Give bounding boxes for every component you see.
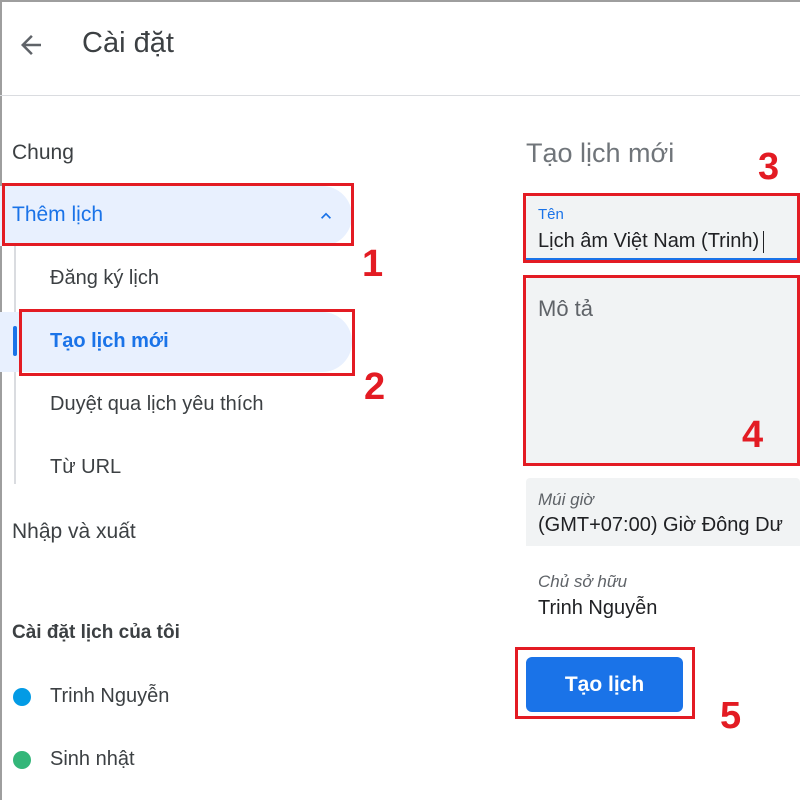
sidebar-subitem-from-url[interactable]: Từ URL bbox=[50, 456, 121, 479]
sidebar-item-import-export[interactable]: Nhập và xuất bbox=[12, 520, 136, 544]
chevron-up-icon bbox=[321, 212, 331, 219]
sidebar-item-general[interactable]: Chung bbox=[12, 141, 74, 165]
calendar-color-dot bbox=[13, 751, 31, 769]
name-input[interactable]: Lịch âm Việt Nam (Trinh) bbox=[538, 230, 765, 253]
text-cursor bbox=[763, 230, 765, 253]
sidebar-item-label: Thêm lịch bbox=[12, 203, 104, 226]
my-calendars-heading: Cài đặt lịch của tôi bbox=[12, 622, 180, 643]
create-calendar-button[interactable]: Tạo lịch bbox=[526, 657, 683, 712]
sidebar-subitem-subscribe[interactable]: Đăng ký lịch bbox=[50, 267, 159, 290]
name-field[interactable]: Tên Lịch âm Việt Nam (Trinh) bbox=[526, 196, 800, 260]
timezone-value: (GMT+07:00) Giờ Đông Dư bbox=[538, 514, 783, 536]
calendar-color-dot bbox=[13, 688, 31, 706]
name-input-value: Lịch âm Việt Nam (Trinh) bbox=[538, 230, 760, 252]
timezone-select[interactable]: Múi giờ (GMT+07:00) Giờ Đông Dư bbox=[526, 478, 800, 546]
form-title: Tạo lịch mới bbox=[526, 138, 675, 168]
sidebar-subitem-create-calendar-label[interactable]: Tạo lịch mới bbox=[50, 330, 169, 353]
annotation-number-3: 3 bbox=[758, 146, 780, 188]
name-field-label: Tên bbox=[538, 206, 564, 223]
annotation-number-5: 5 bbox=[720, 695, 742, 737]
annotation-number-1: 1 bbox=[362, 243, 384, 285]
sidebar-subitem-browse[interactable]: Duyệt qua lịch yêu thích bbox=[50, 393, 263, 416]
page-title: Cài đặt bbox=[82, 27, 174, 59]
sidebar-item-add-calendar[interactable]: Thêm lịch bbox=[0, 186, 352, 246]
arrow-left-icon bbox=[21, 35, 41, 55]
owner-value: Trinh Nguyễn bbox=[538, 597, 658, 619]
timezone-label: Múi giờ bbox=[538, 490, 594, 509]
annotation-number-4: 4 bbox=[742, 414, 764, 456]
annotation-number-2: 2 bbox=[364, 366, 386, 408]
calendar-item-birthdays[interactable]: Sinh nhật bbox=[50, 748, 135, 771]
app-header: Cài đặt bbox=[0, 0, 800, 96]
back-button[interactable] bbox=[14, 28, 48, 62]
active-indicator bbox=[13, 326, 17, 356]
owner-label: Chủ sở hữu bbox=[538, 572, 628, 591]
calendar-item-trinh[interactable]: Trinh Nguyễn bbox=[50, 685, 169, 708]
description-placeholder: Mô tả bbox=[538, 296, 594, 321]
